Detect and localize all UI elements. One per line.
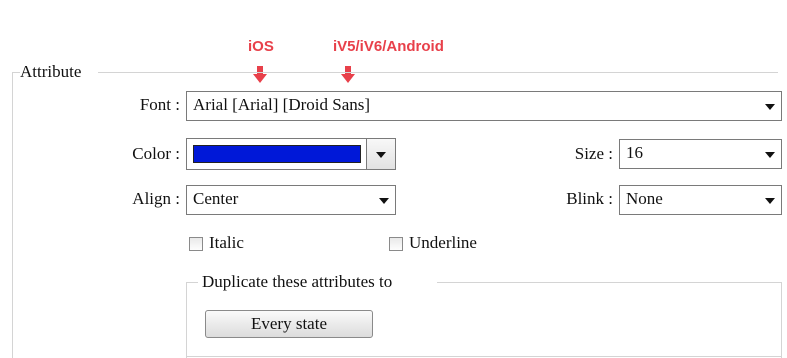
align-label: Align : <box>132 189 180 208</box>
attribute-group-top-right <box>98 72 778 73</box>
duplicate-group-bottom <box>186 356 782 357</box>
every-state-button[interactable]: Every state <box>205 310 373 338</box>
align-select[interactable]: Center <box>186 185 396 215</box>
italic-label[interactable]: Italic <box>209 233 244 253</box>
color-picker[interactable] <box>186 138 396 170</box>
size-select-value: 16 <box>626 143 643 162</box>
color-label: Color : <box>132 144 180 163</box>
font-select-value: Arial [Arial] [Droid Sans] <box>193 95 371 114</box>
duplicate-group-top-right <box>437 282 782 283</box>
underline-label[interactable]: Underline <box>409 233 477 253</box>
attribute-group-top-left <box>12 72 20 73</box>
underline-checkbox[interactable] <box>389 237 403 251</box>
blink-label: Blink : <box>566 189 613 208</box>
down-arrow-icon <box>341 66 355 83</box>
blink-select[interactable]: None <box>619 185 782 215</box>
ios-annotation: iOS <box>248 38 274 55</box>
color-swatch <box>193 145 361 163</box>
font-label: Font : <box>139 95 180 114</box>
chevron-down-icon <box>765 104 775 110</box>
size-select[interactable]: 16 <box>619 139 782 169</box>
size-label: Size : <box>574 144 613 163</box>
chevron-down-icon <box>379 198 389 204</box>
chevron-down-icon <box>765 152 775 158</box>
italic-checkbox[interactable] <box>189 237 203 251</box>
font-select[interactable]: Arial [Arial] [Droid Sans] <box>186 91 782 121</box>
align-select-value: Center <box>193 189 239 208</box>
duplicate-group-left <box>186 282 187 358</box>
down-arrow-icon <box>253 66 267 83</box>
chevron-down-icon <box>765 198 775 204</box>
color-dropdown-button[interactable] <box>366 139 395 169</box>
duplicate-group-right <box>781 282 782 358</box>
attribute-group-left <box>12 72 13 358</box>
duplicate-group-top-left <box>186 282 198 283</box>
android-annotation: iV5/iV6/Android <box>333 38 444 55</box>
attribute-group-title: Attribute <box>20 62 82 81</box>
chevron-down-icon <box>376 152 386 158</box>
blink-select-value: None <box>626 189 663 208</box>
duplicate-group-title: Duplicate these attributes to <box>202 272 393 291</box>
